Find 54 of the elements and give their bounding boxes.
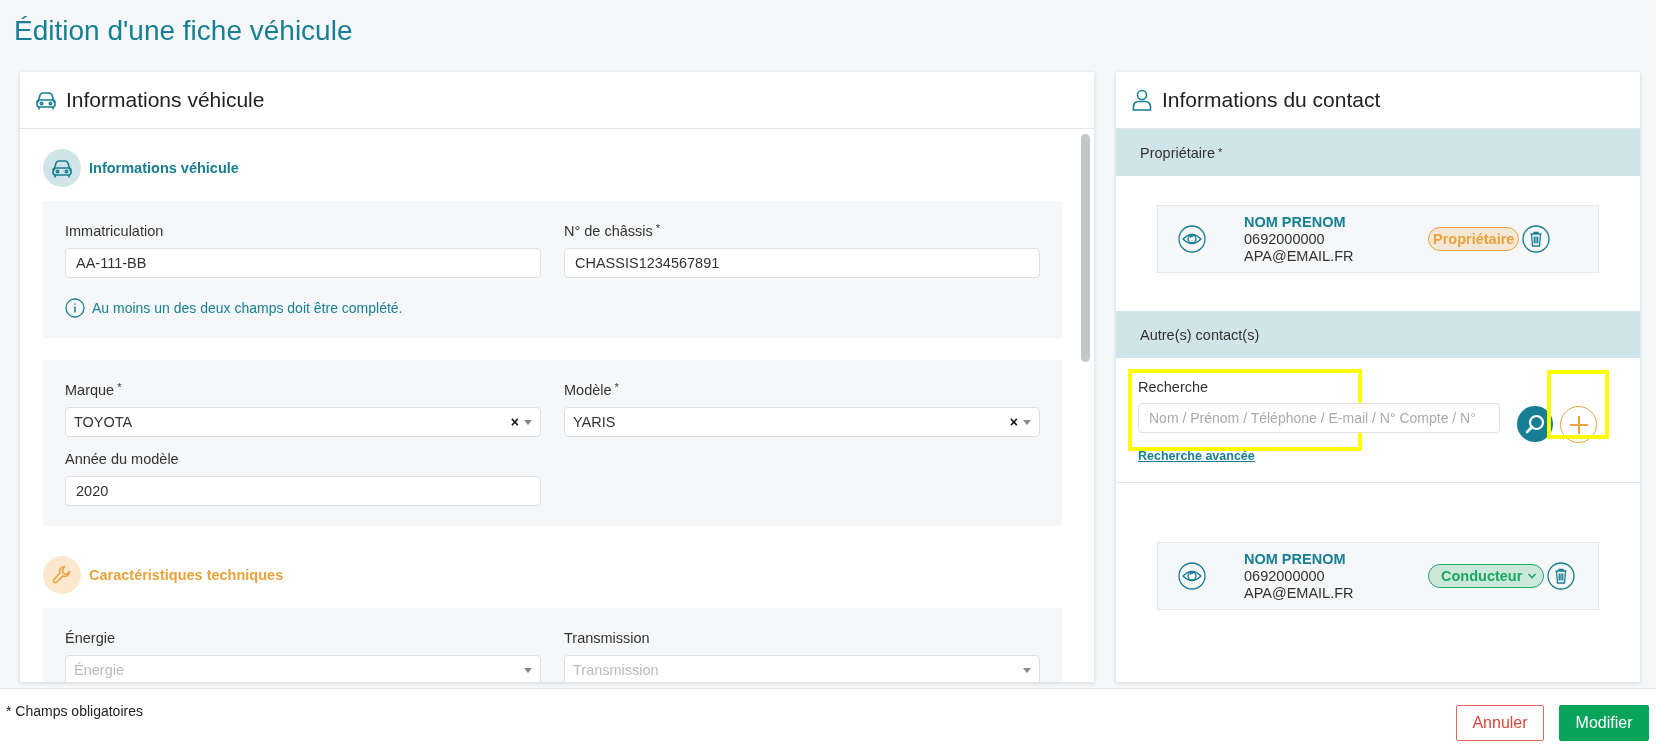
section-title: Caractéristiques techniques <box>89 567 284 583</box>
plus-icon <box>1567 413 1590 436</box>
required-mark: * <box>117 382 122 395</box>
section-label: Propriétaire <box>1140 144 1215 161</box>
search-icon <box>1524 413 1546 435</box>
trash-icon[interactable] <box>1522 225 1551 253</box>
field-label: Année du modèle <box>65 451 179 467</box>
eye-icon[interactable] <box>1178 225 1206 253</box>
section-title: Informations véhicule <box>89 160 239 176</box>
trash-icon[interactable] <box>1547 562 1576 590</box>
clear-button[interactable]: × <box>1009 414 1018 430</box>
field-label: Modèle <box>564 382 612 398</box>
contact-phone: 0692000000 <box>1244 230 1326 248</box>
field-label: Immatriculation <box>65 223 164 239</box>
role-badge: Propriétaire <box>1428 227 1520 251</box>
input-field[interactable]: AA-111-BB <box>65 248 541 278</box>
panel-title: Informations véhicule <box>66 88 265 112</box>
info-icon <box>65 298 85 318</box>
input-field[interactable]: 2020 <box>65 476 541 506</box>
section-label: Autre(s) contact(s) <box>1140 326 1260 343</box>
scrollbar-thumb[interactable] <box>1081 134 1090 362</box>
contact-email: APA@EMAIL.FR <box>1244 584 1355 602</box>
panel-title: Informations du contact <box>1162 88 1381 112</box>
caret-icon <box>524 419 532 425</box>
car-badge-icon <box>43 149 81 187</box>
field-label: Marque <box>65 382 115 398</box>
contact-name: NOM PRENOM <box>1244 550 1347 568</box>
select-field[interactable]: TOYOTA × <box>65 407 541 437</box>
contact-name: NOM PRENOM <box>1244 213 1347 231</box>
contact-email: APA@EMAIL.FR <box>1244 247 1355 265</box>
caret-icon <box>1023 667 1031 673</box>
contact-phone: 0692000000 <box>1244 567 1326 585</box>
chevron-icon <box>1527 572 1538 580</box>
select-field[interactable]: YARIS × <box>564 407 1040 437</box>
required-mark: * <box>655 223 661 236</box>
required-mark: * <box>1217 147 1223 158</box>
required-mark: * <box>614 382 619 395</box>
field-label: N° de châssis <box>564 223 653 239</box>
field-label: Recherche <box>1138 379 1210 395</box>
required-note: * Champs obligatoires <box>6 703 143 719</box>
field-label: Énergie <box>65 630 115 646</box>
person-icon <box>1130 88 1154 112</box>
field-label: Transmission <box>564 630 650 646</box>
cancel-button[interactable]: Annuler <box>1456 705 1544 741</box>
advanced-search-link[interactable]: Recherche avancée <box>1138 449 1255 463</box>
info-message: Au moins un des deux champs doit être complété. <box>92 300 403 316</box>
page-title: Édition d'une fiche véhicule <box>13 14 354 48</box>
caret-icon <box>1023 419 1031 425</box>
eye-icon[interactable] <box>1178 562 1206 590</box>
input-field[interactable]: CHASSIS1234567891 <box>564 248 1040 278</box>
search-field[interactable]: Nom / Prénom / Téléphone / E-mail / N° Compte / N° <box>1138 403 1500 433</box>
clear-button[interactable]: × <box>510 414 519 430</box>
wrench-badge-icon <box>43 556 81 594</box>
caret-icon <box>524 667 532 673</box>
